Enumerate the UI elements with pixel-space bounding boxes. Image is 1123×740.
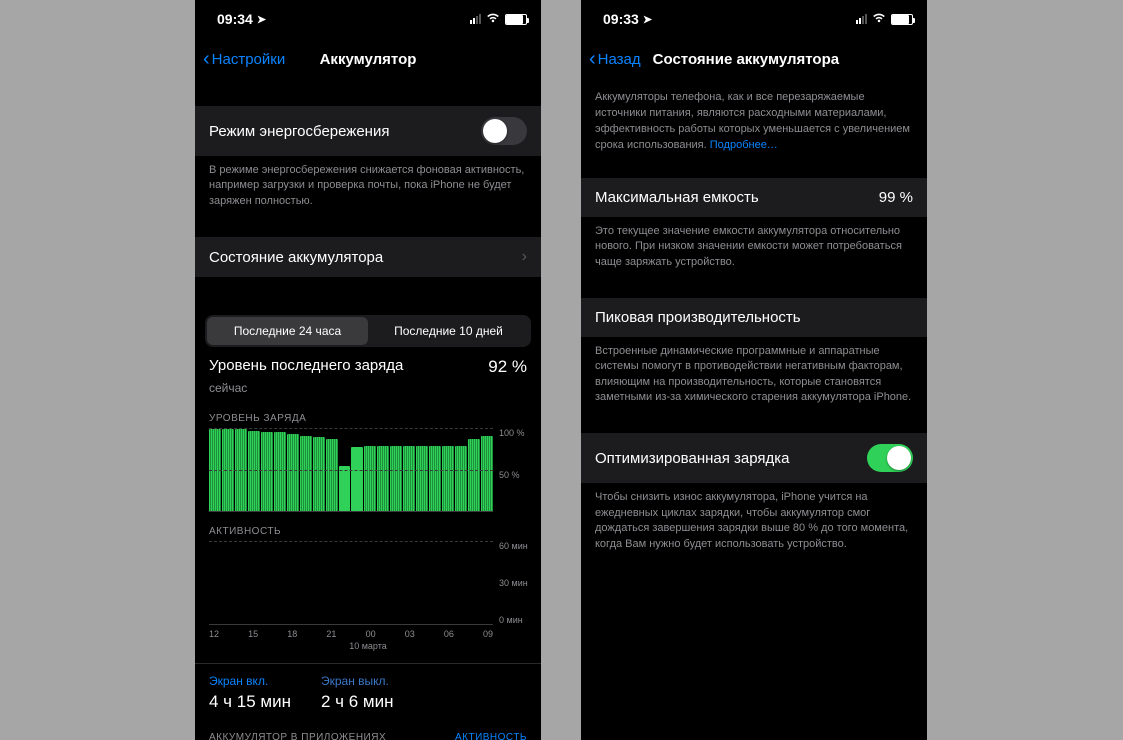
battery-icon: [891, 14, 913, 25]
peak-performance-footer: Встроенные динамические программные и ап…: [581, 337, 927, 420]
apps-header-link[interactable]: АКТИВНОСТЬ: [455, 732, 527, 740]
low-power-label: Режим энергосбережения: [209, 123, 389, 140]
y-30m: 30 мин: [499, 578, 533, 588]
back-button[interactable]: ‹ Настройки: [203, 49, 285, 69]
screen-off-label: Экран выкл.: [321, 674, 394, 688]
chevron-left-icon: ‹: [203, 49, 210, 69]
last-charge-title: Уровень последнего заряда: [209, 357, 403, 376]
screen-off-value: 2 ч 6 мин: [321, 692, 394, 712]
last-charge-sub: сейчас: [209, 381, 527, 395]
chevron-left-icon: ‹: [589, 49, 596, 69]
wifi-icon: [486, 11, 500, 27]
chart-activity: 60 мин 30 мин 0 мин: [195, 541, 541, 625]
peak-performance-label: Пиковая производительность: [595, 309, 801, 326]
nav-bar: ‹ Настройки Аккумулятор: [195, 38, 541, 80]
peak-performance-row: Пиковая производительность: [581, 298, 927, 337]
screen-on-label: Экран вкл.: [209, 674, 291, 688]
status-time: 09:34: [217, 11, 253, 27]
time-range-segmented[interactable]: Последние 24 часа Последние 10 дней: [205, 315, 531, 347]
chart-x-axis: 1215182100030609: [195, 625, 541, 639]
nav-bar: ‹ Назад Состояние аккумулятора: [581, 38, 927, 80]
page-title: Состояние аккумулятора: [653, 51, 839, 68]
back-button[interactable]: ‹ Назад: [589, 49, 641, 69]
phone-battery-health-screen: 09:33 ➤ ‹ Назад Состояние аккумулятора А…: [581, 0, 927, 740]
apps-header-label: АККУМУЛЯТОР В ПРИЛОЖЕНИЯХ: [209, 732, 386, 740]
back-label: Настройки: [212, 51, 286, 68]
last-charge-block: Уровень последнего заряда 92 % сейчас: [195, 347, 541, 399]
y-50: 50 %: [499, 470, 533, 480]
low-power-footer: В режиме энергосбережения снижается фоно…: [195, 156, 541, 223]
battery-health-row[interactable]: Состояние аккумулятора ›: [195, 237, 541, 277]
back-label: Назад: [598, 51, 641, 68]
intro-text: Аккумуляторы телефона, как и все перезар…: [581, 80, 927, 164]
chart-level-title: УРОВЕНЬ ЗАРЯДА: [195, 399, 541, 428]
wifi-icon: [872, 11, 886, 27]
low-power-mode-row[interactable]: Режим энергосбережения: [195, 106, 541, 156]
chart-x-date: 10 марта: [195, 639, 541, 659]
battery-health-label: Состояние аккумулятора: [209, 249, 383, 266]
optimized-charging-toggle[interactable]: [867, 444, 913, 472]
apps-section-header: АККУМУЛЯТОР В ПРИЛОЖЕНИЯХ АКТИВНОСТЬ: [195, 724, 541, 740]
screen-on-value: 4 ч 15 мин: [209, 692, 291, 712]
battery-icon: [505, 14, 527, 25]
page-title: Аккумулятор: [320, 51, 417, 68]
low-power-toggle[interactable]: [481, 117, 527, 145]
max-capacity-footer: Это текущее значение емкости аккумулятор…: [581, 217, 927, 284]
status-bar: 09:33 ➤: [581, 0, 927, 38]
status-time: 09:33: [603, 11, 639, 27]
last-charge-value: 92 %: [488, 357, 527, 377]
cellular-icon: [856, 14, 867, 24]
max-capacity-row: Максимальная емкость 99 %: [581, 178, 927, 217]
y-100: 100 %: [499, 428, 533, 438]
chart-activity-title: АКТИВНОСТЬ: [195, 512, 541, 541]
location-icon: ➤: [257, 13, 266, 26]
seg-24h[interactable]: Последние 24 часа: [207, 317, 368, 345]
phone-battery-screen: 09:34 ➤ ‹ Настройки Аккумулятор Режим эн…: [195, 0, 541, 740]
location-icon: ➤: [643, 13, 652, 26]
status-bar: 09:34 ➤: [195, 0, 541, 38]
cellular-icon: [470, 14, 481, 24]
y-60m: 60 мин: [499, 541, 533, 551]
optimized-charging-label: Оптимизированная зарядка: [595, 450, 790, 467]
chart-level: 100 % 50 %: [195, 428, 541, 512]
seg-10d[interactable]: Последние 10 дней: [368, 317, 529, 345]
learn-more-link[interactable]: Подробнее…: [710, 139, 778, 151]
max-capacity-label: Максимальная емкость: [595, 189, 759, 206]
screen-time-stats: Экран вкл. 4 ч 15 мин Экран выкл. 2 ч 6 …: [195, 663, 541, 724]
y-0m: 0 мин: [499, 615, 533, 625]
chevron-right-icon: ›: [522, 248, 527, 266]
max-capacity-value: 99 %: [879, 189, 913, 206]
optimized-charging-footer: Чтобы снизить износ аккумулятора, iPhone…: [581, 483, 927, 566]
optimized-charging-row[interactable]: Оптимизированная зарядка: [581, 433, 927, 483]
